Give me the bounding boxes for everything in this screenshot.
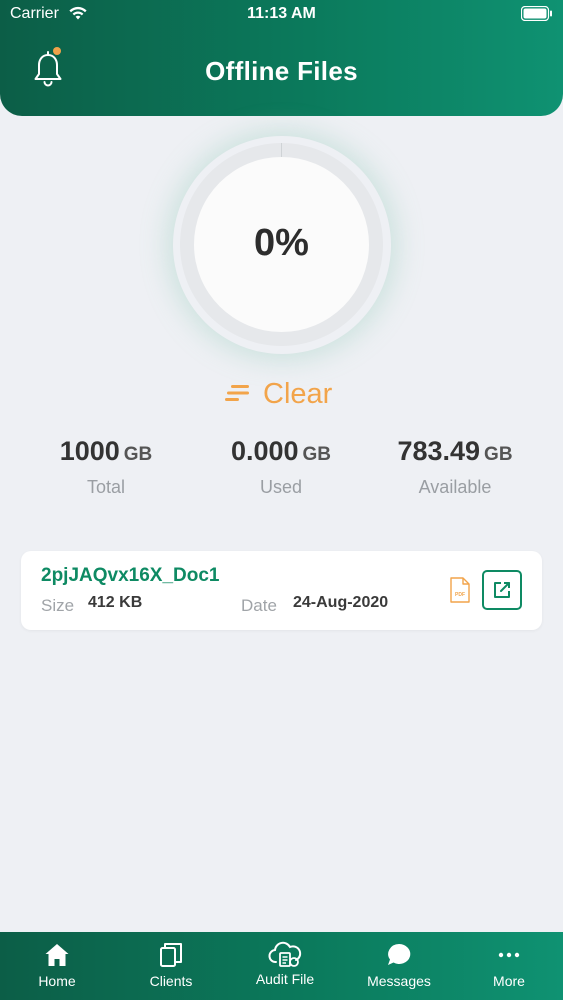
tab-messages-label: Messages [367, 973, 431, 989]
header-bar: Carrier 11:13 AM Offline Files [0, 0, 563, 116]
home-icon [45, 944, 69, 966]
clients-icon [160, 943, 182, 967]
open-external-icon [494, 582, 510, 598]
tab-home[interactable]: Home [1, 932, 113, 1000]
file-size-caption: Size [41, 596, 75, 615]
clear-lines-icon [225, 385, 249, 401]
stat-used-unit: GB [302, 444, 332, 465]
tab-clients[interactable]: Clients [115, 932, 227, 1000]
stat-available-caption: Available [418, 477, 492, 497]
stat-used-value: 0.000 [230, 436, 299, 466]
stat-available: 783.49 GB Available [365, 436, 545, 498]
stat-available-value: 783.49 [397, 436, 481, 466]
file-date-caption: Date [241, 596, 277, 615]
file-size-value: 412 KB [88, 594, 143, 611]
bottom-tab-bar: Home Clients Audit File Messages More [0, 932, 563, 1000]
file-date-value: 24-Aug-2020 [293, 594, 389, 611]
tab-messages[interactable]: Messages [343, 932, 455, 1000]
tab-audit-file-label: Audit File [255, 971, 315, 987]
stat-available-unit: GB [484, 444, 513, 465]
notification-dot [53, 47, 61, 55]
more-icon [498, 952, 520, 958]
stat-total: 1000 GB Total [16, 436, 196, 498]
clear-label: Clear [263, 378, 333, 410]
messages-icon [388, 943, 411, 965]
page-title: Offline Files [205, 56, 358, 86]
storage-percent: 0% [254, 222, 309, 264]
status-time: 11:13 AM [247, 5, 316, 22]
file-name: 2pjJAQvx16X_Doc1 [41, 565, 220, 586]
tab-clients-label: Clients [149, 973, 193, 989]
stat-total-caption: Total [86, 477, 126, 497]
svg-text:PDF: PDF [455, 592, 465, 598]
tab-more-label: More [493, 973, 525, 989]
tab-more[interactable]: More [453, 932, 563, 1000]
stat-total-unit: GB [123, 444, 153, 465]
tab-home-label: Home [38, 973, 76, 989]
tab-audit-file[interactable]: Audit File [229, 932, 341, 1000]
stat-total-value: 1000 [59, 436, 120, 466]
stat-used-caption: Used [259, 477, 303, 497]
file-card[interactable]: 2pjJAQvx16X_Doc1 Size 412 KB Date 24-Aug… [21, 551, 542, 630]
battery-icon [521, 6, 552, 21]
pdf-icon: PDF [450, 577, 470, 603]
audit-file-icon [268, 941, 302, 967]
status-bar: Carrier 11:13 AM [0, 0, 563, 28]
gauge-start-tick [281, 143, 282, 157]
stat-used: 0.000 GB Used [191, 436, 371, 498]
open-file-button[interactable] [482, 570, 522, 610]
